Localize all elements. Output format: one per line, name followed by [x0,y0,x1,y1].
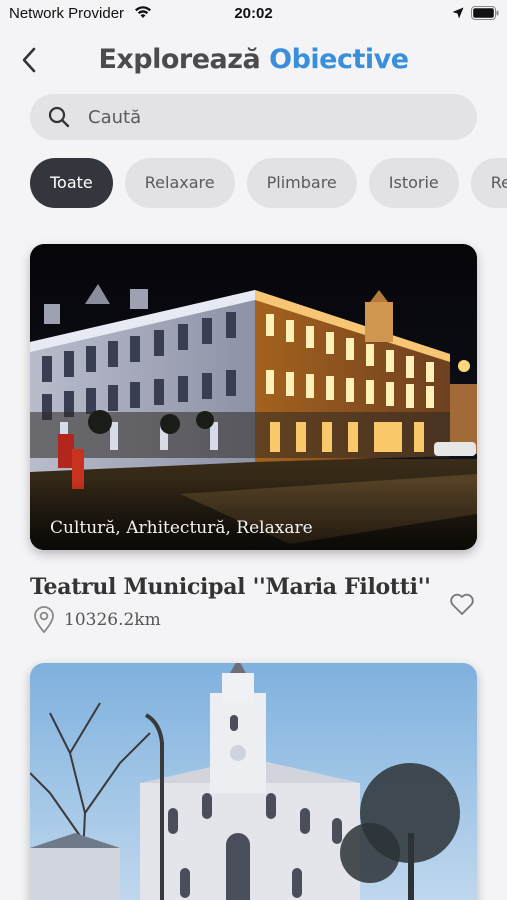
church-photo [30,663,477,900]
search-bar[interactable] [30,94,477,140]
title-accent-text: Obiective [269,44,409,75]
battery-icon [471,6,499,20]
heart-icon[interactable] [448,590,476,618]
search-icon [48,106,70,128]
chip-relaxare[interactable]: Relaxare [124,158,235,208]
clock: 20:02 [234,5,273,22]
map-pin-icon [34,606,54,634]
distance-row: 10326.2km [32,606,161,634]
attraction-card[interactable] [30,663,477,900]
status-bar: Network Provider 20:02 [0,0,507,28]
place-name: Teatrul Municipal ''Maria Filotti'' [30,574,431,600]
card-shade [30,480,477,550]
chip-toate[interactable]: Toate [30,158,113,208]
search-input[interactable] [88,106,428,128]
distance-value: 10326.2km [64,610,161,630]
page-title: Explorează Obiective [0,44,507,75]
card-tags: Cultură, Arhitectură, Relaxare [50,518,313,538]
chip-plimbare[interactable]: Plimbare [246,158,357,208]
chip-partial[interactable]: Re [470,158,507,208]
category-filter-chips: Toate Relaxare Plimbare Istorie Re [30,158,507,208]
attraction-card[interactable]: Cultură, Arhitectură, Relaxare [30,244,477,550]
title-text: Explorează [98,44,261,75]
chip-istorie[interactable]: Istorie [368,158,459,208]
location-arrow-icon [452,7,464,19]
